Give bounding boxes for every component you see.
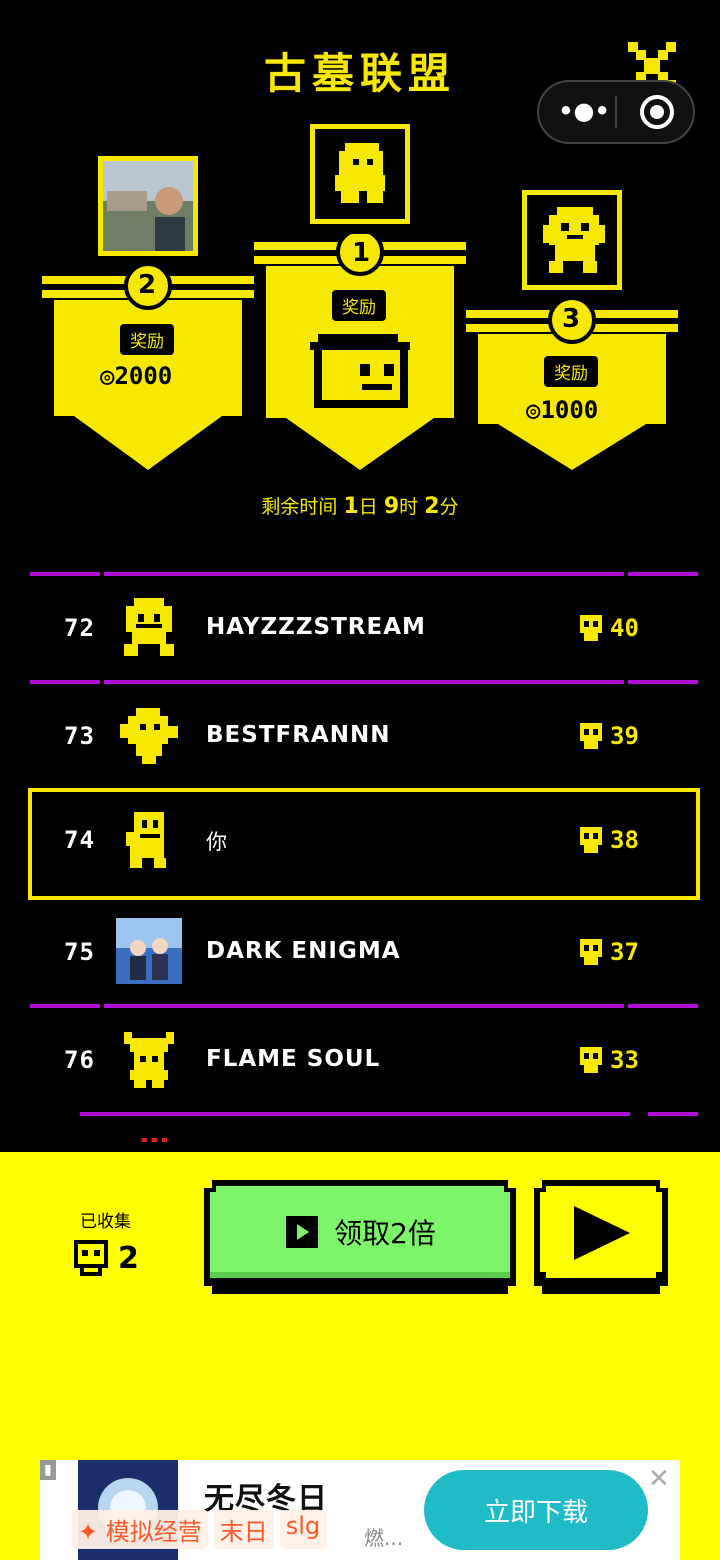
row-rank: 75 [64,938,95,966]
download-button[interactable]: 立即下载 [424,1470,648,1550]
mini-program-capsule: •●• [537,80,695,144]
skull-icon [580,939,602,965]
score: 33 [576,1044,639,1076]
rank-number: 3 [562,304,581,334]
video-play-icon [286,1216,319,1248]
ad-tags: ✦ 模拟经营 末日 slg [72,1510,327,1549]
score-value: 33 [610,1046,639,1074]
ad-label-icon: ▮ [40,1460,56,1480]
pixel-creature-avatar-icon [120,708,178,764]
skull-icon [74,1240,108,1276]
skull-icon [580,1047,602,1073]
score-value: 37 [610,938,639,966]
reward-amount: ◎1000 [526,396,599,424]
leaderboard-row[interactable]: 73 BESTFRANNN 39 [30,684,698,788]
row-divider [80,1112,698,1116]
pixel-character-icon [335,143,385,203]
skull-icon [580,723,602,749]
collected-count: 2 [72,1238,139,1278]
player-name: BESTFRANNN [206,722,391,748]
ad-tag: 末日 [213,1510,274,1549]
collected-value: 2 [118,1240,139,1276]
avatar-frame [98,156,198,256]
skull-icon [580,615,602,641]
row-rank: 74 [64,826,95,854]
red-dots [142,1138,167,1142]
claim-double-button[interactable]: 领取2倍 [204,1180,516,1294]
podium-rank-3: 3 奖励 ◎1000 [466,190,678,474]
ad-subtitle: 燃... [364,1526,404,1550]
player-photo-avatar [103,161,193,251]
rank-number: 2 [138,270,157,300]
reward-amount: ◎2000 [100,362,173,390]
leaderboard-row[interactable]: 72 HAYZZZSTREAM 40 [30,576,698,680]
capsule-divider [615,96,617,128]
skull-icon [580,827,602,853]
target-icon[interactable] [639,94,675,130]
pixel-smiley-avatar-icon [124,598,174,656]
claim-double-label: 领取2倍 [334,1217,436,1250]
time-remaining: 剩余时间 1日 9时 2分 [0,492,720,519]
score: 39 [576,720,639,752]
more-icon[interactable]: •●• [557,96,611,128]
ad-banner[interactable]: ▮ 无尽冬日 燃... ✦ 模拟经营 末日 slg 立即下载 ✕ [40,1460,680,1560]
row-rank: 72 [64,614,95,642]
player-name: FLAME SOUL [206,1046,381,1072]
pixel-viking-avatar-icon [124,1032,174,1088]
reward-badge: 奖励 [120,324,174,355]
timer-hours-unit: 时 [399,496,419,518]
podium-rank-1: 1 奖励 [254,124,466,474]
collected-label: 已收集 [80,1212,131,1232]
row-rank: 73 [64,722,95,750]
timer-minutes: 2 [424,494,440,519]
timer-prefix: 剩余时间 [261,496,338,518]
reward-badge: 奖励 [332,290,386,321]
leaderboard-row[interactable]: 75 DARK ENIGMA 37 [30,900,698,1004]
rank-number: 1 [352,238,371,268]
ad-tag: slg [279,1510,327,1549]
timer-hours: 9 [383,494,400,519]
pixel-smiley-avatar-icon [126,812,166,868]
score-value: 39 [610,722,639,750]
score-value: 38 [610,826,639,854]
player-name: 你 [206,830,228,854]
row-rank: 76 [64,1046,95,1074]
ad-tag-text: 模拟经营 [105,1518,202,1546]
anime-photo-avatar [116,918,182,984]
leaderboard-row-current-user[interactable]: 74 你 38 [28,788,700,900]
score-value: 40 [610,614,639,642]
play-icon [534,1180,668,1294]
timer-days: 1 [343,494,359,519]
leaderboard-row[interactable]: 76 FLAME SOUL 33 [30,1008,698,1112]
timer-minutes-unit: 分 [439,496,459,518]
ad-close-icon[interactable]: ✕ [648,1464,670,1494]
pixel-monster-icon [543,207,605,273]
score: 38 [576,824,639,856]
timer-days-unit: 日 [358,496,378,518]
ad-tag: ✦ 模拟经营 [72,1510,208,1549]
player-name: DARK ENIGMA [206,938,401,964]
claim-double-label-wrap: 领取2倍 [204,1180,516,1284]
reward-badge: 奖励 [544,356,598,387]
player-name: HAYZZZSTREAM [206,614,426,640]
avatar-frame [522,190,622,290]
avatar-frame [310,124,410,224]
podium-rank-2: 2 奖励 ◎2000 [42,156,254,476]
play-button[interactable] [534,1180,668,1294]
score: 37 [576,936,639,968]
score: 40 [576,612,639,644]
banner-rank-1 [254,234,466,470]
